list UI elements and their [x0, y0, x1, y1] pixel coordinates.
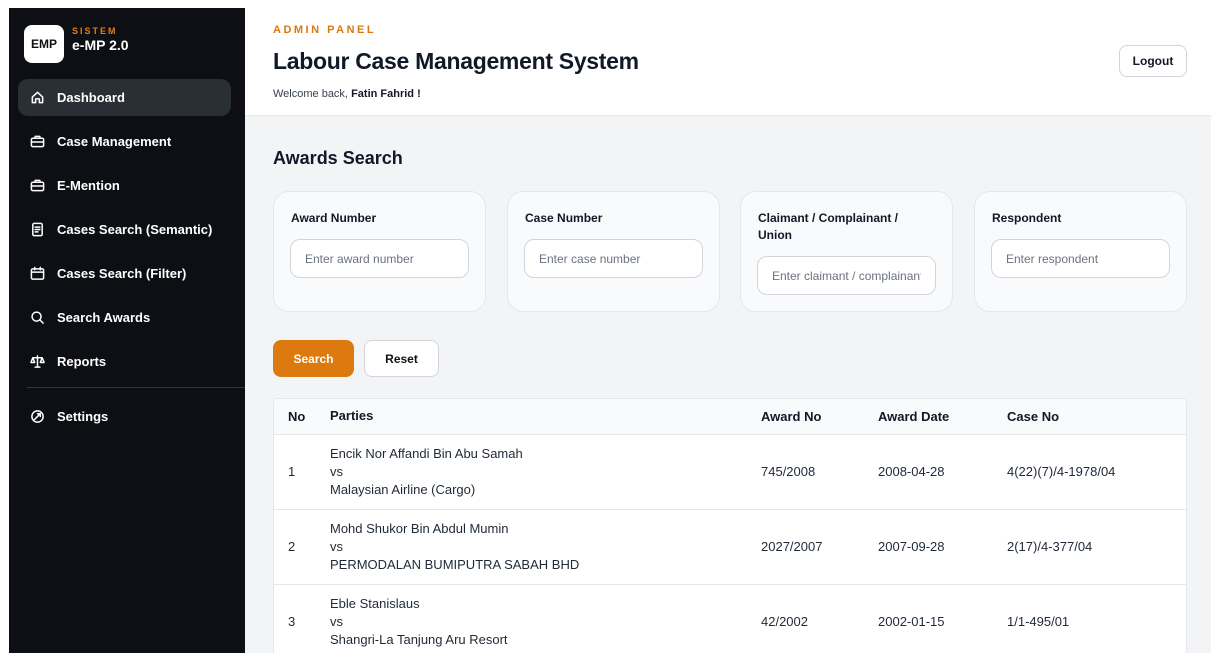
filter-label: Award Number [291, 211, 377, 225]
claimant-name: Mohd Shukor Bin Abdul Mumin [330, 520, 509, 536]
claimant-name: Encik Nor Affandi Bin Abu Samah [330, 445, 523, 461]
column-header-no: No [288, 408, 306, 424]
cell-no: 2 [288, 539, 296, 554]
document-icon [29, 222, 45, 238]
scale-icon [29, 354, 45, 370]
welcome-message: Welcome back, Fatin Fahrid ! [273, 88, 421, 100]
vs-label: vs [330, 463, 343, 479]
cell-parties: Eble Stanislaus vs Shangri-La Tanjung Ar… [330, 584, 761, 653]
cell-award-date: 2007-09-28 [878, 539, 945, 554]
sidebar-item-label: Reports [57, 354, 107, 369]
column-header-case-no: Case No [1007, 408, 1060, 424]
search-button[interactable]: Search [273, 340, 354, 377]
vs-label: vs [330, 538, 343, 554]
sidebar-item-reports[interactable]: Reports [18, 343, 231, 380]
table-row[interactable]: 2 Mohd Shukor Bin Abdul Mumin vs PERMODA… [274, 509, 1186, 584]
respondent-name: Shangri-La Tanjung Aru Resort [330, 631, 508, 647]
home-icon [29, 90, 45, 106]
user-name: Fatin Fahrid ! [351, 88, 421, 100]
claimant-input[interactable] [757, 256, 936, 295]
case-number-filter: Case Number [507, 191, 720, 312]
sidebar-item-search-awards[interactable]: Search Awards [18, 299, 231, 336]
brand-text: SISTEM e-MP 2.0 [72, 26, 129, 53]
sidebar-item-label: Cases Search (Filter) [57, 266, 187, 281]
page-title: Labour Case Management System [273, 48, 639, 74]
sidebar-item-label: Settings [57, 409, 109, 424]
table-row[interactable]: 1 Encik Nor Affandi Bin Abu Samah vs Mal… [274, 434, 1186, 509]
cell-award-no: 745/2008 [761, 464, 816, 479]
sidebar-item-e-mention[interactable]: E-Mention [18, 167, 231, 204]
results-table: No Parties Award No Award Date Case No 1… [273, 398, 1187, 653]
column-header-award-date: Award Date [878, 408, 950, 424]
briefcase-icon [29, 134, 45, 150]
sidebar-item-label: Cases Search (Semantic) [57, 222, 213, 237]
sidebar: EMP SISTEM e-MP 2.0 Dashboard Case Manag… [9, 8, 249, 653]
filter-label: Respondent [992, 211, 1062, 225]
cell-parties: Encik Nor Affandi Bin Abu Samah vs Malay… [330, 434, 761, 509]
filter-label: Case Number [525, 211, 603, 225]
sidebar-nav: Dashboard Case Management E-Mention Case… [9, 79, 249, 435]
cell-no: 1 [288, 464, 296, 479]
cell-award-no: 2027/2007 [761, 539, 823, 554]
filter-label: Claimant / Complainant / Union [758, 211, 899, 242]
main-content: Awards Search Award Number Case Number C… [245, 116, 1211, 653]
welcome-prefix: Welcome back, [273, 88, 348, 100]
brand-logo[interactable]: EMP [24, 24, 64, 63]
table-header-row: No Parties Award No Award Date Case No [274, 399, 1186, 434]
brand: EMP SISTEM e-MP 2.0 [9, 8, 245, 79]
sidebar-item-settings[interactable]: Settings [18, 398, 231, 435]
respondent-name: PERMODALAN BUMIPUTRA SABAH BHD [330, 556, 580, 572]
section-title: Awards Search [273, 148, 403, 168]
sidebar-item-case-management[interactable]: Case Management [18, 123, 231, 160]
settings-icon [29, 409, 45, 425]
sidebar-item-label: Dashboard [57, 90, 125, 105]
sidebar-item-dashboard[interactable]: Dashboard [18, 79, 231, 116]
cell-no: 3 [288, 614, 296, 629]
cell-case-no: 2(17)/4-377/04 [1007, 539, 1093, 554]
cell-award-date: 2002-01-15 [878, 614, 945, 629]
sidebar-item-label: Case Management [57, 134, 172, 149]
brand-name: e-MP 2.0 [72, 37, 129, 53]
page-header: ADMIN PANEL Labour Case Management Syste… [245, 8, 1211, 116]
cell-parties: Mohd Shukor Bin Abdul Mumin vs PERMODALA… [330, 509, 761, 584]
respondent-input[interactable] [991, 239, 1170, 278]
award-number-filter: Award Number [273, 191, 486, 312]
vs-label: vs [330, 613, 343, 629]
cell-case-no: 4(22)(7)/4-1978/04 [1007, 464, 1116, 479]
case-number-input[interactable] [524, 239, 703, 278]
admin-panel-label: ADMIN PANEL [273, 24, 377, 36]
column-header-award-no: Award No [761, 408, 822, 424]
respondent-filter: Respondent [974, 191, 1187, 312]
column-header-parties: Parties [330, 408, 374, 424]
cell-award-no: 42/2002 [761, 614, 808, 629]
logout-button[interactable]: Logout [1119, 45, 1187, 77]
sidebar-divider [27, 387, 249, 388]
sidebar-item-cases-search-semantic[interactable]: Cases Search (Semantic) [18, 211, 231, 248]
sidebar-item-label: E-Mention [57, 178, 120, 193]
claimant-name: Eble Stanislaus [330, 595, 420, 611]
briefcase-icon [29, 178, 45, 194]
brand-system-label: SISTEM [72, 26, 118, 36]
award-number-input[interactable] [290, 239, 469, 278]
cell-award-date: 2008-04-28 [878, 464, 945, 479]
sidebar-item-label: Search Awards [57, 310, 151, 325]
sidebar-item-cases-search-filter[interactable]: Cases Search (Filter) [18, 255, 231, 292]
search-icon [29, 310, 45, 326]
claimant-filter: Claimant / Complainant / Union [740, 191, 953, 312]
table-row[interactable]: 3 Eble Stanislaus vs Shangri-La Tanjung … [274, 584, 1186, 653]
calendar-icon [29, 266, 45, 282]
reset-button[interactable]: Reset [364, 340, 439, 377]
cell-case-no: 1/1-495/01 [1007, 614, 1070, 629]
respondent-name: Malaysian Airline (Cargo) [330, 481, 476, 497]
